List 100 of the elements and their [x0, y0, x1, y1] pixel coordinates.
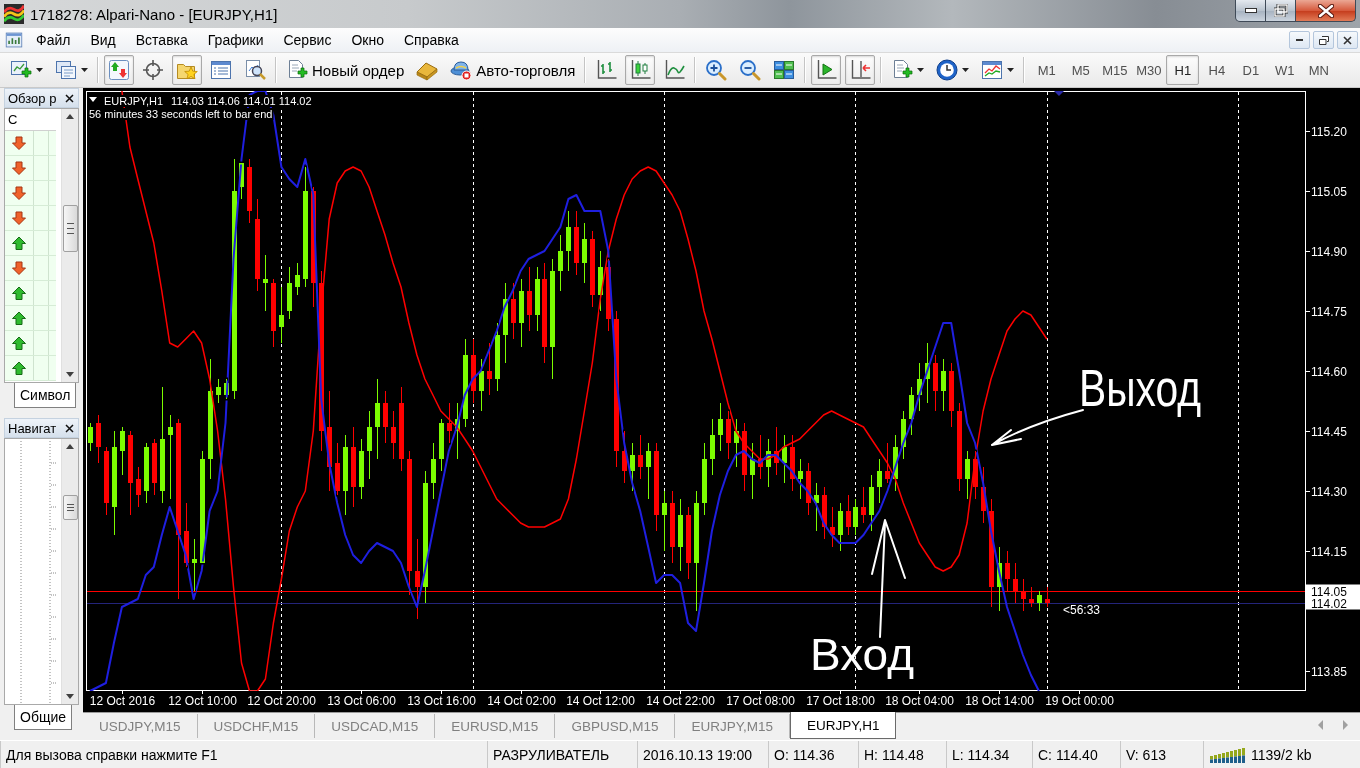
close-icon[interactable] — [1317, 3, 1334, 18]
new-order-button[interactable]: Новый ордер — [282, 55, 409, 85]
close-icon[interactable] — [1343, 35, 1352, 45]
chart-plus-icon[interactable] — [10, 59, 32, 81]
timeframe-button[interactable]: M15 — [1098, 55, 1132, 85]
down-arrow-icon — [12, 136, 26, 150]
chart-tab[interactable]: USDCHF,M15 — [197, 714, 316, 738]
volume-value: V: 613 — [1126, 746, 1166, 763]
high-price: H: 114.48 — [864, 746, 924, 763]
close-icon[interactable] — [65, 93, 74, 103]
up-arrow-icon — [12, 286, 26, 300]
menu-item[interactable]: Вид — [80, 29, 126, 51]
symbol-row[interactable] — [5, 356, 56, 381]
price-axis-label: 114.45 — [1311, 425, 1347, 439]
time-axis-label: 12 Oct 20:00 — [247, 694, 316, 708]
symbol-row[interactable] — [5, 306, 56, 331]
low-price: L: 114.34 — [952, 746, 1010, 763]
timeframe-button[interactable]: M30 — [1132, 55, 1166, 85]
symbol-row[interactable] — [5, 331, 56, 356]
price-tag: 114.05 — [1306, 584, 1360, 599]
caret-icon[interactable] — [917, 68, 925, 72]
price-axis-label: 115.05 — [1311, 185, 1347, 199]
time-axis-label: 12 Oct 2016 — [89, 694, 156, 708]
up-arrow-icon — [12, 336, 26, 350]
symbol-row[interactable] — [5, 181, 56, 206]
caret-icon[interactable] — [962, 68, 970, 72]
minimize-icon[interactable] — [1244, 8, 1257, 13]
up-arrow-icon — [12, 311, 26, 325]
clock-icon[interactable] — [936, 59, 959, 81]
close-button[interactable] — [1296, 0, 1356, 22]
time-axis-label: 17 Oct 18:00 — [806, 694, 875, 708]
down-triangle-icon[interactable] — [66, 372, 74, 377]
help-text: Для вызова справки нажмите F1 — [6, 746, 218, 763]
price-axis-label: 114.60 — [1311, 365, 1347, 379]
chart-tab[interactable]: GBPUSD,M15 — [555, 714, 676, 738]
auto-trading-button[interactable]: Авто-торговля — [446, 55, 580, 85]
restore-icon[interactable] — [1318, 35, 1329, 45]
time-axis-label: 17 Oct 08:00 — [726, 694, 795, 708]
symbol-row[interactable] — [5, 281, 56, 306]
price-axis-label: 113.85 — [1311, 665, 1347, 679]
time-axis-label: 13 Oct 16:00 — [407, 694, 476, 708]
caret-icon[interactable] — [1007, 68, 1015, 72]
menu-item[interactable]: Файл — [26, 29, 81, 51]
menu-item[interactable]: Окно — [341, 29, 394, 51]
chart-tab[interactable]: EURJPY,H1 — [789, 712, 897, 739]
timeframe-button[interactable]: H1 — [1166, 55, 1200, 85]
down-arrow-icon — [12, 186, 26, 200]
symbol-row[interactable] — [5, 156, 56, 181]
up-triangle-icon[interactable] — [66, 114, 74, 119]
close-icon[interactable] — [65, 423, 74, 433]
time-axis-label: 14 Oct 22:00 — [646, 694, 715, 708]
symbol-row[interactable] — [5, 131, 56, 156]
timeframe-button[interactable]: M1 — [1030, 55, 1064, 85]
stacked-windows-icon[interactable] — [55, 59, 77, 81]
down-triangle-icon[interactable] — [66, 694, 74, 699]
up-triangle-icon[interactable] — [66, 444, 74, 449]
restore-icon[interactable] — [1273, 4, 1288, 17]
panel-tab[interactable]: Общие — [14, 705, 73, 730]
down-arrow-icon — [12, 161, 26, 175]
ref-line-label: 114.02 — [1311, 596, 1348, 611]
timeframe-button[interactable]: M5 — [1064, 55, 1098, 85]
menu-item[interactable]: Графики — [197, 29, 274, 51]
restore-button[interactable] — [1266, 0, 1296, 22]
document-plus-icon[interactable] — [891, 59, 914, 81]
down-arrow-icon — [12, 211, 26, 225]
symbol-row[interactable] — [5, 231, 56, 256]
profile-name: РАЗРУЛИВАТЕЛЬ — [493, 746, 610, 763]
menu-item[interactable]: Справка — [393, 29, 469, 51]
time-axis-label: 18 Oct 14:00 — [965, 694, 1034, 708]
panel-title: Навигат — [8, 420, 57, 436]
panel-title: Обзор р — [8, 90, 57, 106]
bar-meter-icon — [1210, 746, 1245, 763]
caret-icon[interactable] — [36, 68, 43, 72]
hat-stop-icon[interactable] — [450, 59, 473, 81]
menu-item[interactable]: Сервис — [273, 29, 342, 51]
chart-tab[interactable]: EURUSD,M15 — [435, 714, 556, 738]
minimize-button[interactable] — [1235, 0, 1266, 22]
price-axis-label: 114.15 — [1311, 545, 1347, 559]
timeframe-button[interactable]: W1 — [1268, 55, 1302, 85]
chart-tab[interactable]: USDJPY,M15 — [83, 714, 198, 738]
menu-item[interactable]: Вставка — [125, 29, 198, 51]
up-arrow-icon — [12, 361, 26, 375]
timeframe-button[interactable]: H4 — [1200, 55, 1234, 85]
scrollbar-thumb[interactable] — [62, 495, 78, 520]
open-price: O: 114.36 — [774, 746, 835, 763]
chart-window-icon[interactable] — [981, 59, 1004, 81]
timeframe-button[interactable]: MN — [1302, 55, 1336, 85]
document-plus-icon[interactable] — [286, 59, 308, 81]
caret-icon[interactable] — [81, 68, 88, 72]
panel-tab[interactable]: Символ — [14, 383, 77, 408]
price-axis-label: 114.75 — [1311, 305, 1347, 319]
scrollbar-thumb[interactable] — [62, 205, 78, 252]
symbol-row[interactable] — [5, 206, 56, 231]
time-axis-label: 12 Oct 10:00 — [168, 694, 237, 708]
chart-tab[interactable]: USDCAD,M15 — [315, 714, 436, 738]
bar-time: 2016.10.13 19:00 — [643, 746, 752, 763]
chart-window-icon[interactable] — [5, 31, 23, 49]
chart-tab[interactable]: EURJPY,M15 — [675, 714, 790, 738]
timeframe-button[interactable]: D1 — [1234, 55, 1268, 85]
symbol-row[interactable] — [5, 256, 56, 281]
